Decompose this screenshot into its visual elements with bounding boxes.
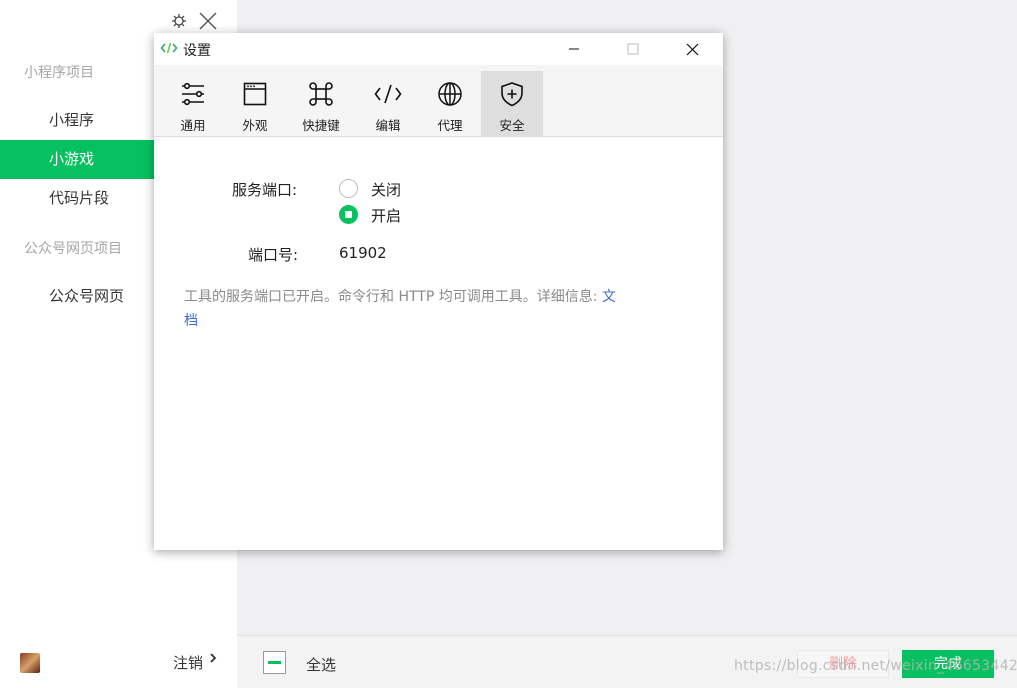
dialog-titlebar: 设置 xyxy=(154,33,723,65)
avatar[interactable] xyxy=(20,653,40,673)
chevron-right-icon[interactable] xyxy=(209,652,217,668)
description-text: 工具的服务端口已开启。命令行和 HTTP 均可调用工具。详细信息: xyxy=(184,289,602,305)
sliders-icon xyxy=(182,82,204,106)
docs-link-continued[interactable]: 档 xyxy=(184,313,198,329)
close-icon[interactable] xyxy=(197,10,219,32)
tab-security[interactable]: 安全 xyxy=(481,71,543,136)
tab-proxy[interactable]: 代理 xyxy=(419,71,481,136)
settings-tab-bar: 通用 外观 快捷键 编辑 代理 安全 xyxy=(154,65,723,137)
tab-label: 快捷键 xyxy=(302,118,340,133)
service-port-label: 服务端口: xyxy=(232,181,298,199)
settings-icon[interactable] xyxy=(170,12,188,30)
tab-editor[interactable]: 编辑 xyxy=(357,71,419,136)
settings-dialog: 设置 通用 外观 快捷键 编辑 代理 安全 服务端口: 关闭 开启 端口号: 6… xyxy=(154,33,723,550)
window-icon xyxy=(243,82,267,106)
tab-appearance[interactable]: 外观 xyxy=(224,71,286,136)
tab-shortcuts[interactable]: 快捷键 xyxy=(290,71,352,136)
service-port-description: 工具的服务端口已开启。命令行和 HTTP 均可调用工具。详细信息: 文档 xyxy=(184,285,664,333)
select-all-label[interactable]: 全选 xyxy=(306,654,336,675)
globe-icon xyxy=(438,82,462,106)
sidebar-item-minigame[interactable]: 小游戏 xyxy=(0,140,160,179)
tab-label: 编辑 xyxy=(375,118,401,133)
tab-label: 外观 xyxy=(242,118,268,133)
dialog-close-button[interactable] xyxy=(669,33,715,65)
section-title-official-account: 公众号网页项目 xyxy=(24,241,122,257)
section-title-miniprogram: 小程序项目 xyxy=(24,65,94,81)
security-settings-panel: 服务端口: 关闭 开启 端口号: 61902 工具的服务端口已开启。命令行和 H… xyxy=(154,138,723,550)
port-number-value: 61902 xyxy=(339,244,387,262)
shield-plus-icon xyxy=(501,82,523,107)
service-port-on-label[interactable]: 开启 xyxy=(371,205,401,226)
minimize-button[interactable] xyxy=(551,33,597,65)
service-port-off-radio[interactable] xyxy=(339,179,358,198)
tab-label: 代理 xyxy=(437,118,463,133)
watermark: https://blog.csdn.net/weixin_46653442 xyxy=(734,658,1017,674)
bottom-bar: 全选 删除 完成 https://blog.csdn.net/weixin_46… xyxy=(237,635,1017,688)
dialog-title: 设置 xyxy=(183,43,211,59)
service-port-off-label[interactable]: 关闭 xyxy=(371,179,401,200)
logout-button[interactable]: 注销 xyxy=(173,652,203,673)
tab-label: 通用 xyxy=(180,118,206,133)
command-key-icon xyxy=(309,82,333,106)
maximize-button[interactable] xyxy=(610,33,656,65)
tab-general[interactable]: 通用 xyxy=(162,71,224,136)
sidebar-footer: 注销 xyxy=(0,636,237,688)
docs-link[interactable]: 文 xyxy=(602,289,616,305)
select-all-checkbox[interactable] xyxy=(263,651,286,674)
service-port-on-radio[interactable] xyxy=(339,205,358,224)
code-icon xyxy=(374,84,402,104)
sidebar-top-icons xyxy=(170,10,219,32)
port-number-label: 端口号: xyxy=(248,246,299,264)
tab-label: 安全 xyxy=(499,118,525,133)
devtools-logo-icon xyxy=(160,41,178,59)
